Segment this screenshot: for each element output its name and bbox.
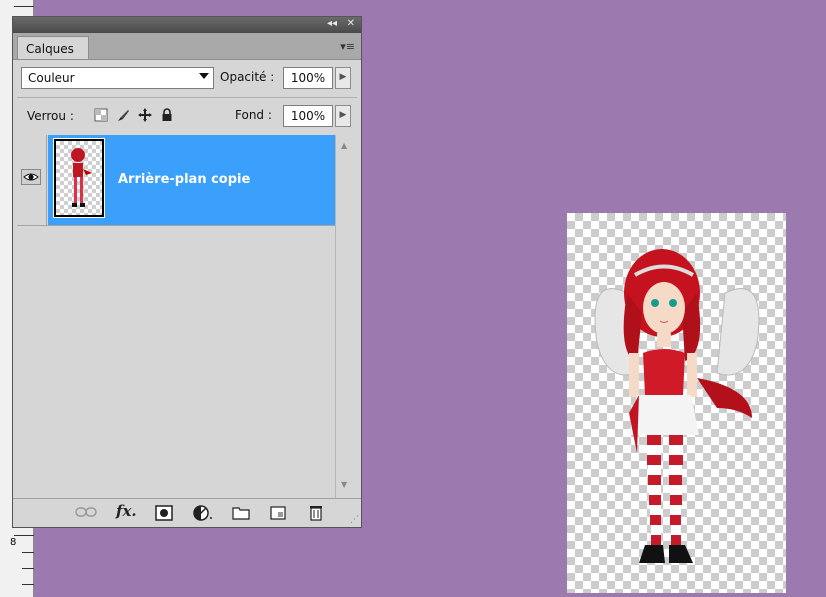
lock-paint-brush-icon[interactable] [116,108,130,122]
scroll-up-icon[interactable]: ▲ [341,141,347,150]
lock-fill-row: Verrou : Fond : 100% ▶ [13,103,361,131]
new-layer-icon[interactable] [270,506,286,520]
document-canvas[interactable] [567,213,786,593]
adjustment-icon[interactable] [193,505,213,521]
visibility-cell[interactable] [17,135,47,225]
lock-move-icon[interactable] [138,108,152,122]
eye-icon[interactable] [21,169,41,185]
lock-label: Verrou : [27,109,74,123]
lock-all-icon[interactable] [160,108,174,122]
resize-grip-icon[interactable]: ⋰ [350,515,359,525]
blend-mode-select[interactable]: Couleur [21,67,214,89]
character-image [594,249,760,563]
scroll-down-icon[interactable]: ▼ [341,480,347,489]
panel-tabbar: Calques ▾≡ [13,33,361,60]
panel-titlebar[interactable]: ◂◂ ✕ [13,17,361,33]
group-folder-icon[interactable] [232,506,250,520]
blend-opacity-row: Couleur Opacité : 100% ▶ [13,65,361,93]
layer-selected-area[interactable]: Arrière-plan copie [48,135,335,225]
tab-layers[interactable]: Calques [17,36,89,59]
link-layers-icon[interactable] [75,507,97,517]
layers-panel: ◂◂ ✕ Calques ▾≡ Couleur Opacité : 100% ▶… [12,16,362,528]
collapse-panel-icon[interactable]: ◂◂ [327,18,337,29]
panel-footer: fx. ⋰ [13,498,361,527]
fx-icon[interactable]: fx. [116,502,137,520]
ruler-number: 8 [10,537,17,548]
layer-row[interactable]: Arrière-plan copie [17,135,335,226]
close-panel-icon[interactable]: ✕ [347,18,355,29]
panel-menu-icon[interactable]: ▾≡ [340,40,355,53]
layer-thumbnail [53,138,105,218]
fill-slider-button[interactable]: ▶ [335,105,351,127]
opacity-slider-button[interactable]: ▶ [335,67,351,89]
lock-transparency-icon[interactable] [94,108,108,122]
layer-name[interactable]: Arrière-plan copie [118,172,250,187]
trash-icon[interactable] [309,504,323,521]
mask-icon[interactable] [155,505,173,521]
fill-label: Fond : [235,108,272,122]
opacity-field[interactable]: 100% [283,67,333,89]
opacity-label: Opacité : [220,70,275,84]
layers-list: Arrière-plan copie [17,135,335,499]
fill-field[interactable]: 100% [283,105,333,127]
layers-scrollbar[interactable]: ▲ ▼ [335,135,355,499]
chevron-down-icon [199,73,209,79]
blend-mode-value: Couleur [28,71,75,85]
